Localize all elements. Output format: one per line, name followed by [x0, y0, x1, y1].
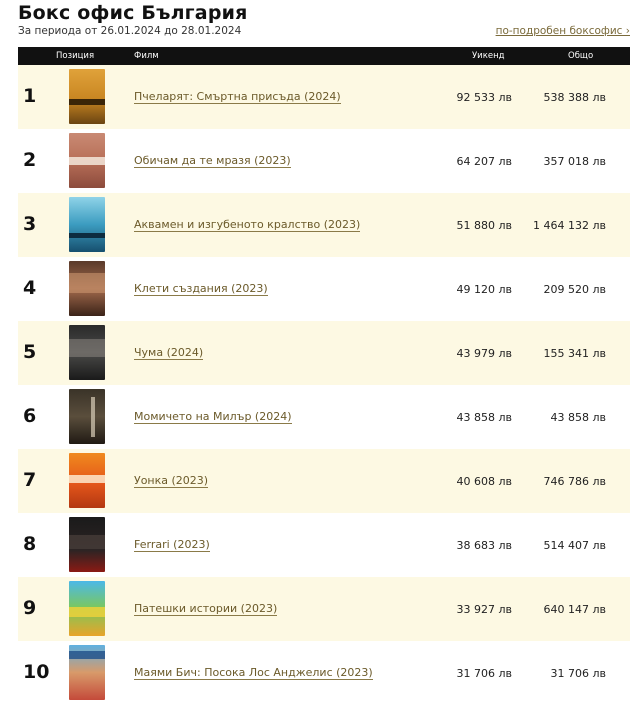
movie-poster[interactable] [69, 197, 105, 252]
column-header-total: Общо [568, 51, 594, 61]
column-header-position: Позиция [56, 51, 95, 61]
weekend-gross: 33 927 лв [456, 603, 513, 616]
film-link[interactable]: Клети създания (2023) [134, 282, 268, 296]
film-link[interactable]: Обичам да те мразя (2023) [134, 154, 291, 168]
film-link[interactable]: Ferrari (2023) [134, 538, 210, 552]
film-link[interactable]: Чума (2024) [134, 346, 204, 360]
rank-number: 3 [23, 213, 37, 235]
table-row: 2 Обичам да те мразя (2023) 64 207 лв 35… [18, 129, 630, 193]
weekend-gross: 51 880 лв [456, 219, 513, 232]
rank-number: 10 [23, 661, 50, 683]
film-link[interactable]: Уонка (2023) [134, 474, 209, 488]
movie-poster[interactable] [69, 389, 105, 444]
movie-poster[interactable] [69, 517, 105, 572]
total-gross: 1 464 132 лв [533, 219, 606, 232]
total-gross: 155 341 лв [543, 347, 607, 360]
total-gross: 209 520 лв [543, 283, 607, 296]
movie-poster[interactable] [69, 261, 105, 316]
boxoffice-table: Позиция Филм Уикенд Общо 1 Пчеларят: Смъ… [18, 47, 630, 705]
weekend-gross: 43 979 лв [456, 347, 513, 360]
total-gross: 746 786 лв [543, 475, 607, 488]
rank-number: 7 [23, 469, 37, 491]
weekend-gross: 92 533 лв [456, 91, 513, 104]
movie-poster[interactable] [69, 325, 105, 380]
movie-poster[interactable] [69, 645, 105, 700]
movie-poster[interactable] [69, 453, 105, 508]
weekend-gross: 40 608 лв [456, 475, 513, 488]
column-header-film: Филм [134, 51, 159, 61]
film-link[interactable]: Пчеларят: Смъртна присъда (2024) [134, 90, 341, 104]
weekend-gross: 38 683 лв [456, 539, 513, 552]
film-link[interactable]: Маями Бич: Посока Лос Анджелис (2023) [134, 666, 373, 680]
page-title: Бокс офис България [18, 2, 248, 24]
table-row: 8 Ferrari (2023) 38 683 лв 514 407 лв [18, 513, 630, 577]
movie-poster[interactable] [69, 133, 105, 188]
table-row: 3 Аквамен и изгубеното кралство (2023) 5… [18, 193, 630, 257]
table-row: 4 Клети създания (2023) 49 120 лв 209 52… [18, 257, 630, 321]
period-text: За периода от 26.01.2024 до 28.01.2024 [18, 25, 242, 37]
table-row: 9 Патешки истории (2023) 33 927 лв 640 1… [18, 577, 630, 641]
table-row: 6 Момичето на Милър (2024) 43 858 лв 43 … [18, 385, 630, 449]
total-gross: 640 147 лв [543, 603, 607, 616]
movie-poster[interactable] [69, 69, 105, 124]
rank-number: 6 [23, 405, 37, 427]
rank-number: 1 [23, 85, 37, 107]
table-header: Позиция Филм Уикенд Общо [18, 47, 630, 65]
detailed-boxoffice-link[interactable]: по-подробен боксофис › [496, 25, 630, 37]
rank-number: 5 [23, 341, 37, 363]
weekend-gross: 31 706 лв [456, 667, 513, 680]
total-gross: 357 018 лв [543, 155, 607, 168]
weekend-gross: 49 120 лв [456, 283, 513, 296]
rank-number: 2 [23, 149, 37, 171]
film-link[interactable]: Момичето на Милър (2024) [134, 410, 292, 424]
weekend-gross: 64 207 лв [456, 155, 513, 168]
table-row: 5 Чума (2024) 43 979 лв 155 341 лв [18, 321, 630, 385]
weekend-gross: 43 858 лв [456, 411, 513, 424]
rank-number: 9 [23, 597, 37, 619]
rank-number: 4 [23, 277, 37, 299]
table-row: 1 Пчеларят: Смъртна присъда (2024) 92 53… [18, 65, 630, 129]
movie-poster[interactable] [69, 581, 105, 636]
film-link[interactable]: Патешки истории (2023) [134, 602, 278, 616]
table-row: 10 Маями Бич: Посока Лос Анджелис (2023)… [18, 641, 630, 705]
total-gross: 31 706 лв [550, 667, 607, 680]
column-header-weekend: Уикенд [472, 51, 505, 61]
film-link[interactable]: Аквамен и изгубеното кралство (2023) [134, 218, 361, 232]
total-gross: 514 407 лв [543, 539, 607, 552]
rank-number: 8 [23, 533, 37, 555]
table-row: 7 Уонка (2023) 40 608 лв 746 786 лв [18, 449, 630, 513]
total-gross: 538 388 лв [543, 91, 607, 104]
total-gross: 43 858 лв [550, 411, 607, 424]
